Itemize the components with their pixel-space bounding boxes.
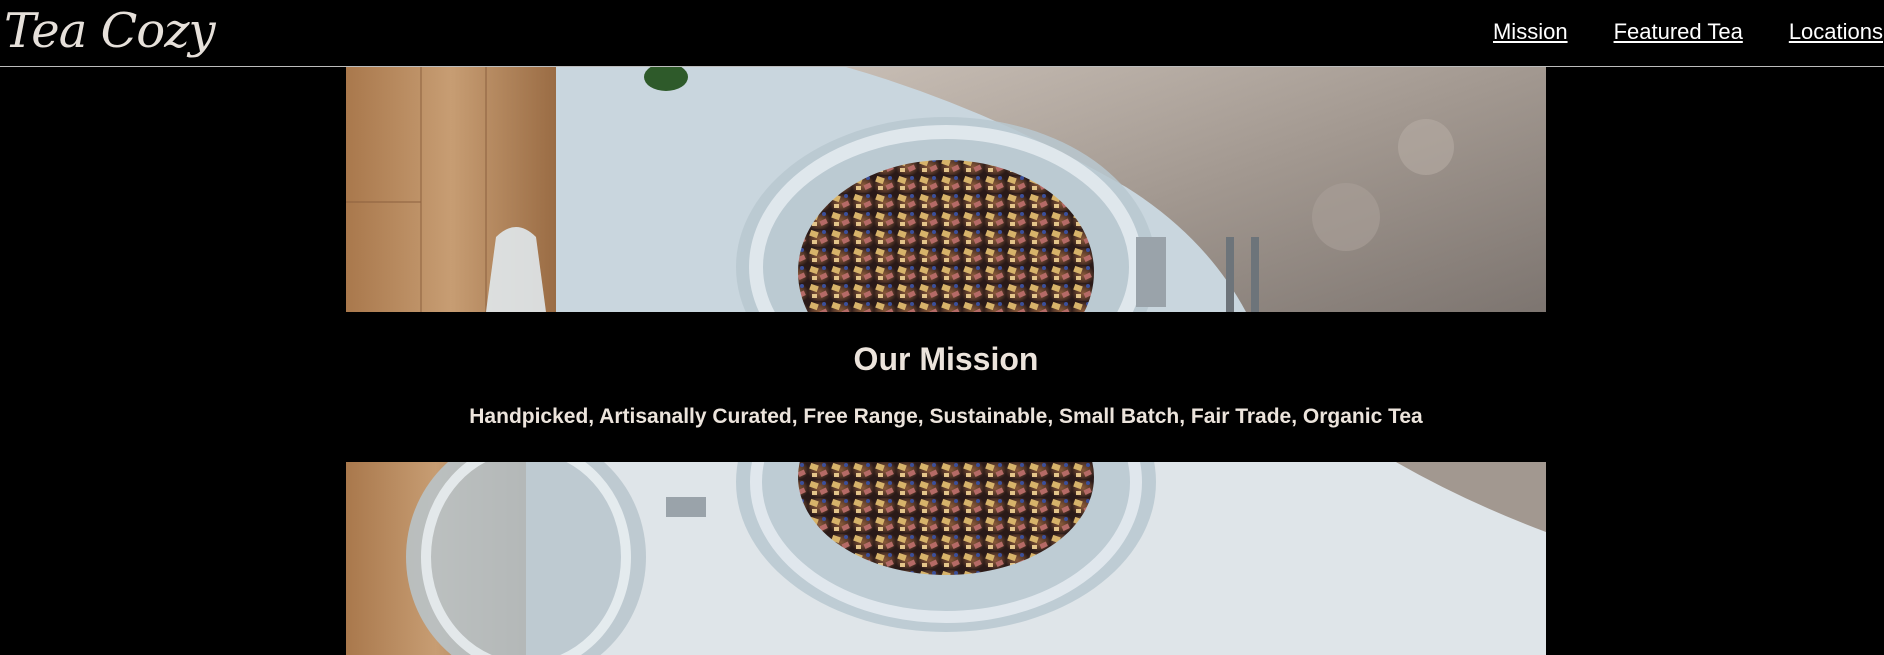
logo[interactable]: Tea Cozy bbox=[4, 2, 216, 60]
site-header: Tea Cozy Mission Featured Tea Locations bbox=[0, 0, 1884, 67]
hero-image-bottom bbox=[346, 462, 1546, 655]
hero-image-top bbox=[346, 67, 1546, 312]
main-nav: Mission Featured Tea Locations bbox=[1493, 18, 1884, 48]
mission-title: Our Mission bbox=[853, 341, 1039, 377]
nav-link-featured-tea[interactable]: Featured Tea bbox=[1614, 18, 1743, 48]
mission-text-band: Our Mission Handpicked, Artisanally Cura… bbox=[346, 312, 1546, 462]
mission-section: Our Mission Handpicked, Artisanally Cura… bbox=[346, 67, 1546, 655]
mission-tagline: Handpicked, Artisanally Curated, Free Ra… bbox=[469, 405, 1423, 428]
nav-link-mission[interactable]: Mission bbox=[1493, 18, 1568, 48]
nav-link-locations[interactable]: Locations bbox=[1789, 18, 1883, 48]
